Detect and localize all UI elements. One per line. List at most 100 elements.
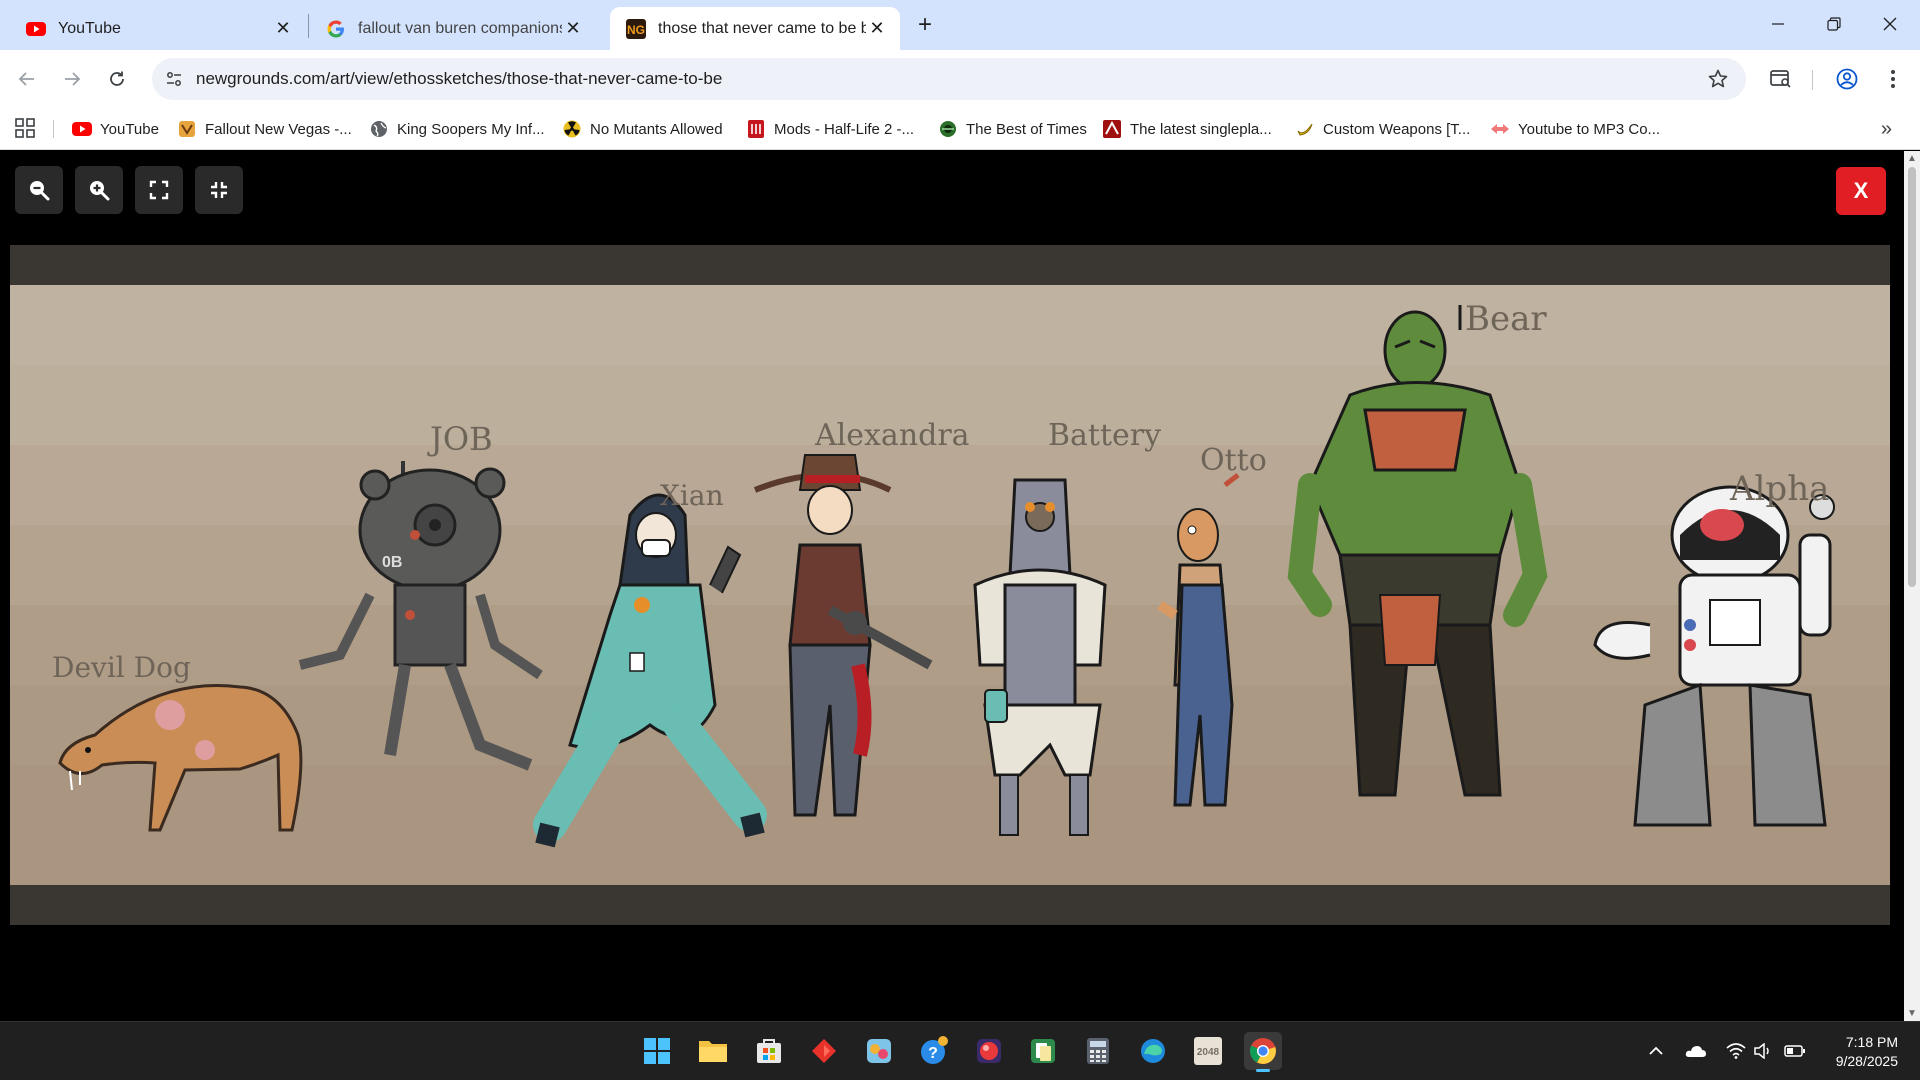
back-arrow-icon [18,72,34,86]
bookmark-youtube[interactable]: YouTube [72,117,159,141]
restore-button[interactable] [1814,8,1854,40]
toolbar-divider [1812,70,1813,90]
zoom-out-button[interactable] [15,166,63,214]
close-tab-icon[interactable]: ✕ [272,18,294,40]
2048-tile-text: 2048 [1197,1047,1220,1058]
art-viewer: X Devil Dog 0B JOB Xian Alexandra Batter… [0,151,1904,1021]
alpha-label: Alpha [1729,469,1829,509]
address-bar[interactable]: newgrounds.com/art/view/ethossketches/th… [152,58,1746,100]
clock-time: 7:18 PM [1845,1034,1898,1050]
2048-icon[interactable]: 2048 [1189,1032,1227,1070]
bear-label: Bear [1465,299,1547,339]
close-window-button[interactable] [1870,8,1910,40]
otto-label: Otto [1200,443,1267,478]
kebab-menu-icon [1891,70,1895,88]
windows-taskbar: ? 2048 7:18 PM 9/28/2025 [0,1021,1920,1080]
system-clock[interactable]: 7:18 PM 9/28/2025 [1836,1033,1898,1071]
page-scrollbar[interactable]: ▲ ▼ [1904,151,1920,1021]
red-app-icon[interactable] [805,1032,843,1070]
scroll-up-icon[interactable]: ▲ [1907,153,1917,164]
bookmark-star-icon[interactable] [1706,67,1730,91]
zoom-in-icon [90,181,110,201]
clock-date: 9/28/2025 [1835,1053,1898,1069]
minimize-button[interactable] [1758,8,1798,40]
help-icon[interactable]: ? [915,1032,953,1070]
bookmark-label: No Mutants Allowed [590,120,723,138]
alexandra-label: Alexandra [814,418,970,453]
url-text[interactable]: newgrounds.com/art/view/ethossketches/th… [196,69,722,89]
show-hidden-icons-icon[interactable] [1643,1038,1669,1064]
chrome-icon[interactable] [1244,1032,1282,1072]
radiation-icon [562,119,582,139]
globe-icon [369,119,389,139]
bookmarks-separator [53,120,54,138]
converter-icon [1490,119,1510,139]
game-icon[interactable] [860,1032,898,1070]
newgrounds-icon: NG [626,18,646,39]
profile-icon [1836,68,1858,90]
close-viewer-button[interactable]: X [1836,167,1886,215]
volume-icon[interactable] [1750,1038,1776,1064]
scroll-thumb[interactable] [1908,167,1916,587]
active-indicator [1256,1069,1270,1072]
battery-icon[interactable] [1782,1038,1808,1064]
actual-size-button[interactable] [195,166,243,214]
new-tab-button[interactable]: + [911,12,939,40]
close-tab-icon[interactable]: ✕ [562,18,584,40]
windows-start-icon[interactable] [638,1032,676,1070]
robot-plate-label: 0B [382,554,402,571]
solitaire-icon[interactable] [1024,1032,1062,1070]
bookmark-custom-weapons[interactable]: Custom Weapons [T... [1295,117,1470,141]
menu-button[interactable] [1876,62,1910,96]
bookmark-king-soopers[interactable]: King Soopers My Inf... [369,117,545,141]
fnv-icon [177,119,197,139]
expand-icon [149,180,169,200]
fallout-icon [938,119,958,139]
tab-strip: YouTube ✕ fallout van buren companions -… [0,0,1920,50]
bookmark-label: Fallout New Vegas -... [205,120,352,138]
bookmark-label: The latest singlepla... [1130,120,1272,138]
close-icon [1883,17,1897,31]
bookmark-latest-singleplayer[interactable]: The latest singlepla... [1102,117,1272,141]
apps-grid-icon[interactable] [14,117,36,139]
wifi-icon[interactable] [1723,1038,1749,1064]
bookmark-label: Custom Weapons [T... [1323,120,1471,138]
artwork-image: Devil Dog 0B JOB Xian Alexandra Battery … [10,285,1890,885]
reload-icon [110,71,124,86]
scroll-down-icon[interactable]: ▼ [1907,1008,1917,1019]
bookmark-label: The Best of Times [966,120,1087,138]
tab-newgrounds[interactable]: NG those that never came to be by ✕ [610,7,900,50]
tab-search-button[interactable] [1764,62,1798,96]
edge-icon[interactable] [1134,1032,1172,1070]
tab-youtube[interactable]: YouTube ✕ [10,7,306,50]
forward-button[interactable] [55,62,89,96]
battery-label: Battery [1048,418,1161,453]
bookmark-fallout-new-vegas[interactable]: Fallout New Vegas -... [177,117,352,141]
devil-dog-label: Devil Dog [52,651,191,684]
fit-screen-button[interactable] [135,166,183,214]
candy-game-icon[interactable] [970,1032,1008,1070]
microsoft-store-icon[interactable] [750,1032,788,1070]
reload-button[interactable] [100,62,134,96]
bookmark-label: King Soopers My Inf... [397,120,545,138]
zoom-in-button[interactable] [75,166,123,214]
calculator-icon[interactable] [1079,1032,1117,1070]
close-tab-icon[interactable]: ✕ [866,18,888,40]
tab-title: those that never came to be by [658,19,866,37]
tab-title: fallout van buren companions - [358,19,562,37]
file-explorer-icon[interactable] [694,1032,732,1070]
profile-button[interactable] [1830,62,1864,96]
tab-google-search[interactable]: fallout van buren companions - ✕ [310,7,596,50]
back-button[interactable] [10,62,44,96]
bookmark-moddb[interactable]: Mods - Half-Life 2 -... [746,117,914,141]
bookmark-youtube-to-mp3[interactable]: Youtube to MP3 Co... [1490,117,1660,141]
forward-arrow-icon [65,72,81,86]
more-bookmarks-icon[interactable]: » [1881,118,1892,141]
onedrive-icon[interactable] [1683,1038,1709,1064]
bookmark-best-of-times[interactable]: The Best of Times [938,117,1087,141]
artwork-frame: Devil Dog 0B JOB Xian Alexandra Battery … [10,245,1890,925]
bookmark-no-mutants-allowed[interactable]: No Mutants Allowed [562,117,723,141]
site-info-icon[interactable] [162,67,186,91]
google-icon [326,19,346,39]
xian-label: Xian [660,479,724,512]
